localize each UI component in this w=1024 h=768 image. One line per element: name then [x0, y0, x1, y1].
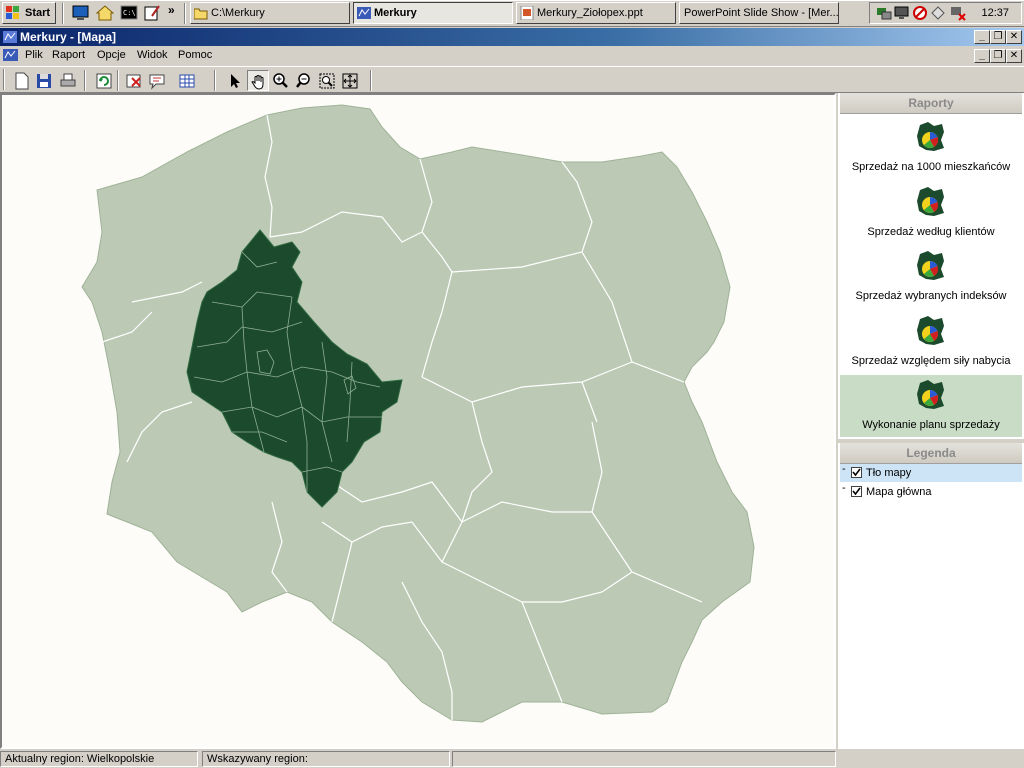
menu-widok[interactable]: Widok — [137, 49, 168, 61]
legend-item-map-background[interactable]: - Tło mapy — [840, 463, 1022, 482]
full-extent-icon[interactable] — [339, 70, 361, 91]
start-label: Start — [25, 7, 51, 19]
taskbar-separator — [184, 3, 186, 24]
report-item-purchasing-power[interactable]: Sprzedaż względem siły nabycia — [840, 311, 1022, 373]
pie-map-icon — [917, 122, 944, 151]
monitor-icon[interactable] — [894, 5, 910, 24]
merkury-app-icon — [357, 6, 371, 20]
toolbar-separator — [84, 70, 86, 91]
task-label: C:\Merkury — [211, 7, 265, 19]
pointer-icon[interactable] — [224, 70, 246, 91]
pie-map-icon — [917, 187, 944, 216]
close-button[interactable]: ✕ — [1006, 30, 1022, 44]
task-button-folder[interactable]: C:\Merkury — [190, 2, 350, 24]
notepad-edit-icon[interactable] — [143, 4, 161, 22]
minimize-button[interactable]: _ — [974, 30, 990, 44]
pie-map-icon — [917, 380, 944, 409]
task-label: Merkury — [374, 7, 417, 19]
toolbar-grip — [3, 69, 5, 90]
status-bar: Aktualny region: Wielkopolskie Wskazywan… — [0, 750, 1024, 768]
antivirus-icon[interactable] — [912, 5, 928, 24]
toolbar-separator — [117, 70, 119, 91]
zoom-in-icon[interactable] — [270, 70, 292, 91]
side-panel: Raporty Sprzedaż na 1000 mieszkańców Spr… — [838, 93, 1024, 749]
zoom-window-icon[interactable] — [316, 70, 338, 91]
task-button-slideshow[interactable]: PowerPoint Slide Show - [Mer... — [679, 2, 839, 24]
new-document-icon[interactable] — [11, 70, 33, 91]
pan-hand-icon[interactable] — [247, 70, 269, 91]
menu-raport[interactable]: Raport — [52, 49, 85, 61]
printer-tray-icon[interactable] — [930, 5, 946, 24]
network-disconnected-icon[interactable] — [950, 5, 966, 24]
window-titlebar[interactable]: Merkury - [Mapa] _ ❐ ✕ — [0, 28, 1024, 46]
home-folder-icon[interactable] — [95, 4, 115, 22]
toolbar-separator — [370, 70, 372, 91]
print-icon[interactable] — [57, 70, 79, 91]
menu-bar: Plik Raport Opcje Widok Pomoc _ ❐ ✕ — [0, 46, 1024, 66]
reports-header: Raporty — [840, 93, 1022, 114]
powerpoint-file-icon — [520, 5, 534, 21]
toolbar — [0, 66, 1024, 93]
menu-opcje[interactable]: Opcje — [97, 49, 126, 61]
restore-button[interactable]: ❐ — [990, 30, 1006, 44]
task-label: Merkury_Ziołopex.ppt — [537, 7, 643, 19]
save-icon[interactable] — [33, 70, 55, 91]
report-label: Sprzedaż względem siły nabycia — [851, 355, 1011, 367]
pie-map-icon — [917, 316, 944, 345]
report-item-sales-plan[interactable]: Wykonanie planu sprzedaży — [840, 375, 1022, 437]
start-button[interactable]: Start — [2, 2, 56, 24]
status-pointed-region: Wskazywany region: — [202, 751, 450, 767]
network-icon[interactable] — [876, 5, 892, 24]
task-button-merkury[interactable]: Merkury — [353, 2, 513, 24]
taskbar-clock[interactable]: 12:37 — [981, 7, 1009, 19]
report-label: Sprzedaż wybranych indeksów — [855, 290, 1007, 302]
legend-header: Legenda — [840, 443, 1022, 464]
collapse-icon[interactable]: - — [842, 460, 846, 478]
system-tray: 12:37 — [869, 2, 1022, 24]
windows-logo-icon — [6, 6, 20, 20]
folder-icon — [193, 6, 208, 20]
task-label: PowerPoint Slide Show - [Mer... — [684, 7, 839, 19]
report-label: Sprzedaż według klientów — [867, 226, 995, 238]
task-button-ppt-file[interactable]: Merkury_Ziołopex.ppt — [516, 2, 676, 24]
show-desktop-icon[interactable] — [72, 4, 90, 22]
chat-label-icon[interactable] — [146, 70, 168, 91]
document-icon[interactable] — [3, 48, 19, 65]
poland-map[interactable] — [2, 95, 834, 747]
status-current-region: Aktualny region: Wielkopolskie — [0, 751, 198, 767]
report-item-selected-indexes[interactable]: Sprzedaż wybranych indeksów — [840, 246, 1022, 308]
doc-close-button[interactable]: ✕ — [1006, 49, 1022, 63]
legend-item-main-map[interactable]: - Mapa główna — [840, 482, 1022, 501]
report-item-by-clients[interactable]: Sprzedaż według klientów — [840, 182, 1022, 244]
menu-plik[interactable]: Plik — [25, 49, 43, 61]
command-prompt-icon[interactable]: C:\ — [120, 4, 138, 22]
map-view[interactable] — [0, 93, 836, 749]
report-label: Wykonanie planu sprzedaży — [862, 419, 1000, 431]
delete-region-icon[interactable] — [123, 70, 145, 91]
window-title: Merkury - [Mapa] — [20, 30, 117, 44]
legend-checkbox[interactable] — [851, 467, 862, 478]
legend-label: Mapa główna — [866, 486, 932, 498]
taskbar: Start C:\ » C:\Merkury Merkury Merkury_Z… — [0, 0, 1024, 27]
grid-table-icon[interactable] — [176, 70, 198, 91]
status-empty-pane — [452, 751, 836, 767]
zoom-out-icon[interactable] — [293, 70, 315, 91]
report-item-per-1000[interactable]: Sprzedaż na 1000 mieszkańców — [840, 117, 1022, 179]
collapse-icon[interactable]: - — [842, 479, 846, 497]
menu-pomoc[interactable]: Pomoc — [178, 49, 212, 61]
doc-minimize-button[interactable]: _ — [974, 49, 990, 63]
svg-text:C:\: C:\ — [123, 9, 136, 17]
legend-label: Tło mapy — [866, 467, 912, 479]
report-label: Sprzedaż na 1000 mieszkańców — [851, 161, 1011, 173]
taskbar-separator — [62, 3, 64, 24]
toolbar-separator — [214, 70, 216, 91]
legend-checkbox[interactable] — [851, 486, 862, 497]
doc-restore-button[interactable]: ❐ — [990, 49, 1006, 63]
refresh-icon[interactable] — [93, 70, 115, 91]
pie-map-icon — [917, 251, 944, 280]
poland-land[interactable] — [81, 104, 755, 723]
